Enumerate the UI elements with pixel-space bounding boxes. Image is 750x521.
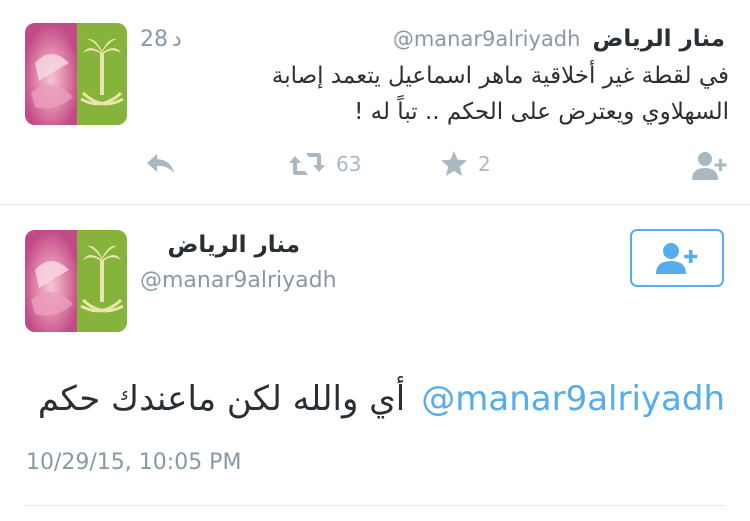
tweet2-body: أي والله لكن ماعندك حكم bbox=[37, 379, 406, 419]
tweet1-text: في لقطة غير أخلاقية ماهر اسماعيل يتعمد إ… bbox=[135, 58, 729, 130]
favorite-button[interactable]: 2 bbox=[440, 150, 491, 178]
follow-icon bbox=[692, 152, 727, 180]
tweet1-display-name[interactable]: منار الرياض bbox=[592, 26, 725, 52]
tweet1-header: منار الرياض @manar9alriyadh 28 د bbox=[140, 22, 725, 56]
avatar-logo-image bbox=[25, 23, 127, 125]
follow-icon bbox=[656, 243, 698, 274]
tweet1-text-line1: في لقطة غير أخلاقية ماهر اسماعيل يتعمد إ… bbox=[271, 63, 729, 89]
retweet-button[interactable]: 63 bbox=[288, 150, 361, 178]
tweet1-time-value: 28 bbox=[140, 26, 168, 52]
follow-button[interactable] bbox=[630, 229, 724, 287]
tweet2-handle[interactable]: @manar9alriyadh bbox=[140, 268, 337, 293]
tweet2-mention-link[interactable]: @manar9alriyadh bbox=[421, 375, 725, 423]
tweet1-actions: 63 2 bbox=[140, 145, 730, 185]
tweet2-timestamp: 10/29/15, 10:05 PM bbox=[26, 450, 242, 475]
avatar-logo-image bbox=[25, 230, 127, 332]
tweet1-handle[interactable]: @manar9alriyadh bbox=[393, 27, 581, 51]
retweet-count: 63 bbox=[336, 152, 362, 176]
tweet1-text-line2: السهلاوي ويعترض على الحكم .. تباً له ! bbox=[354, 99, 729, 125]
tweet2-display-name[interactable]: منار الرياض bbox=[140, 232, 300, 258]
reply-icon bbox=[147, 154, 174, 173]
tweet-divider bbox=[0, 204, 750, 205]
star-icon bbox=[441, 151, 467, 176]
tweet1-time[interactable]: 28 د bbox=[140, 27, 182, 52]
retweet-icon bbox=[289, 153, 325, 175]
tweet1-time-unit: د bbox=[172, 26, 182, 52]
reply-button[interactable] bbox=[145, 151, 177, 177]
tweet2-avatar[interactable] bbox=[25, 230, 127, 332]
favorite-count: 2 bbox=[478, 152, 491, 176]
tweet1-follow-button[interactable] bbox=[690, 150, 730, 182]
tweet1-avatar[interactable] bbox=[25, 23, 127, 125]
bottom-divider bbox=[25, 505, 725, 506]
tweet2-text: @manar9alriyadh أي والله لكن ماعندك حكم bbox=[25, 375, 725, 423]
